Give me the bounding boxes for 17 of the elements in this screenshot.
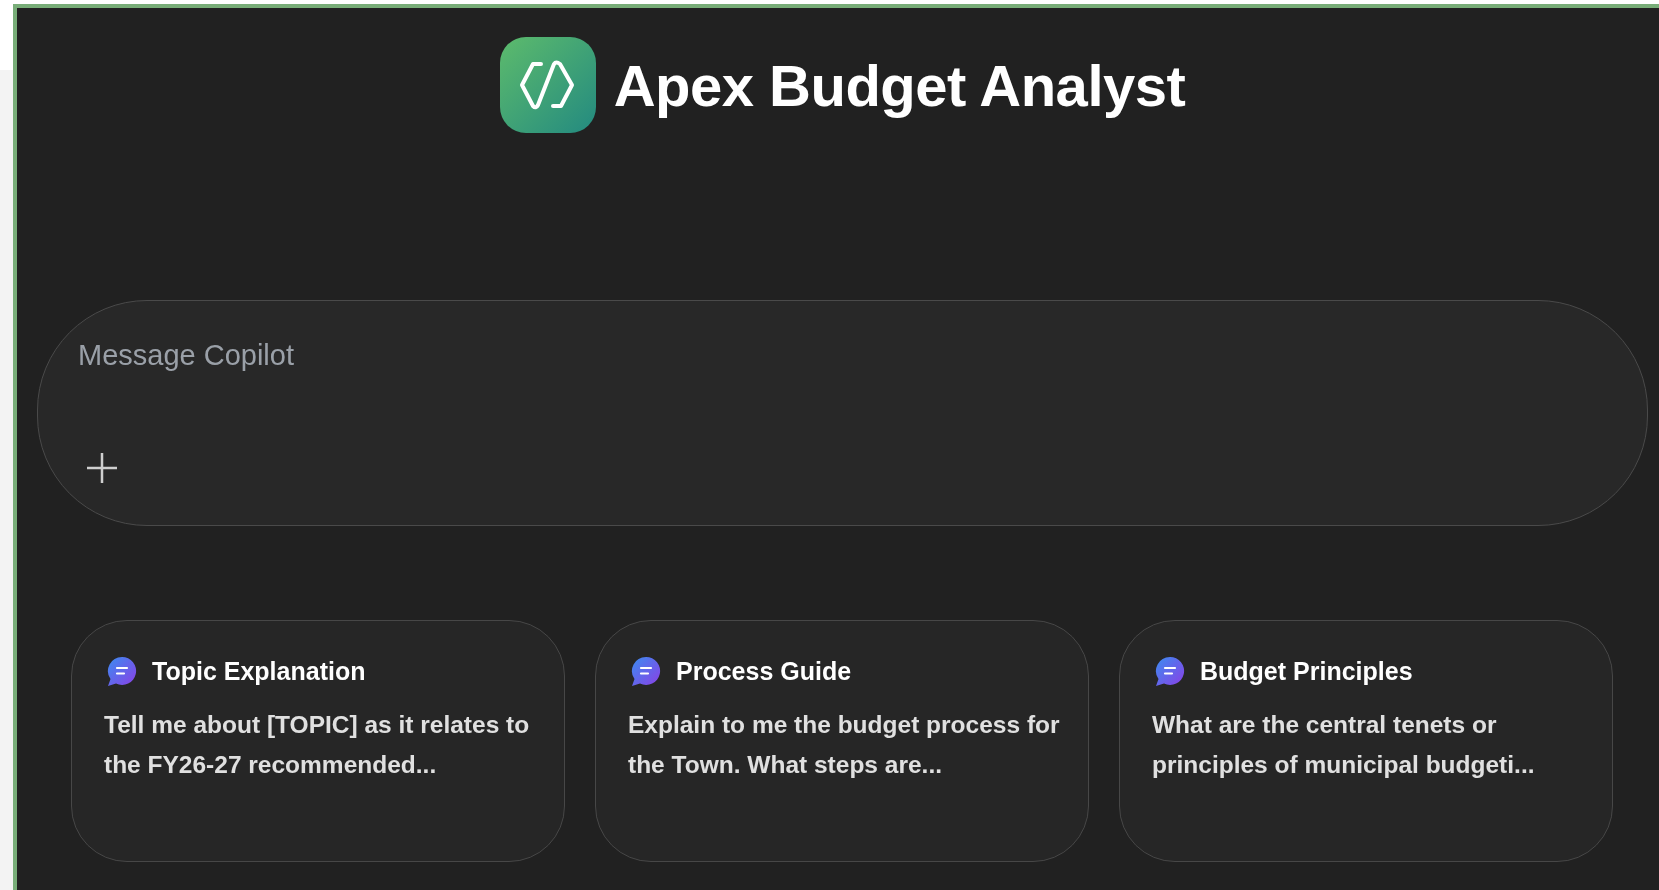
prompt-card[interactable]: Process Guide Explain to me the budget process for the Town. What steps are... — [595, 620, 1089, 862]
plus-icon — [86, 452, 118, 484]
prompt-card[interactable]: Budget Principles What are the central tenets or principles of municipal budgeti... — [1119, 620, 1613, 862]
prompt-card[interactable]: Topic Explanation Tell me about [TOPIC] as it relates to the FY26-27 recommended... — [71, 620, 565, 862]
chat-bubble-icon — [106, 655, 138, 687]
chat-bubble-icon — [1154, 655, 1186, 687]
card-title: Budget Principles — [1200, 656, 1413, 686]
card-description: What are the central tenets or principles of municipal budgeti... — [1152, 710, 1536, 780]
card-description: Explain to me the budget process for the Town. What steps are... — [628, 710, 1060, 780]
card-description: Tell me about [TOPIC] as it relates to the FY26-27 recommended... — [104, 710, 531, 780]
card-title: Topic Explanation — [152, 656, 366, 686]
chat-bubble-icon — [630, 655, 662, 687]
logo-icon — [499, 37, 596, 133]
app-title: Apex Budget Analyst — [613, 51, 1186, 119]
card-title: Process Guide — [676, 656, 852, 686]
add-button[interactable] — [86, 452, 118, 484]
message-input[interactable]: Message Copilot — [78, 339, 678, 372]
